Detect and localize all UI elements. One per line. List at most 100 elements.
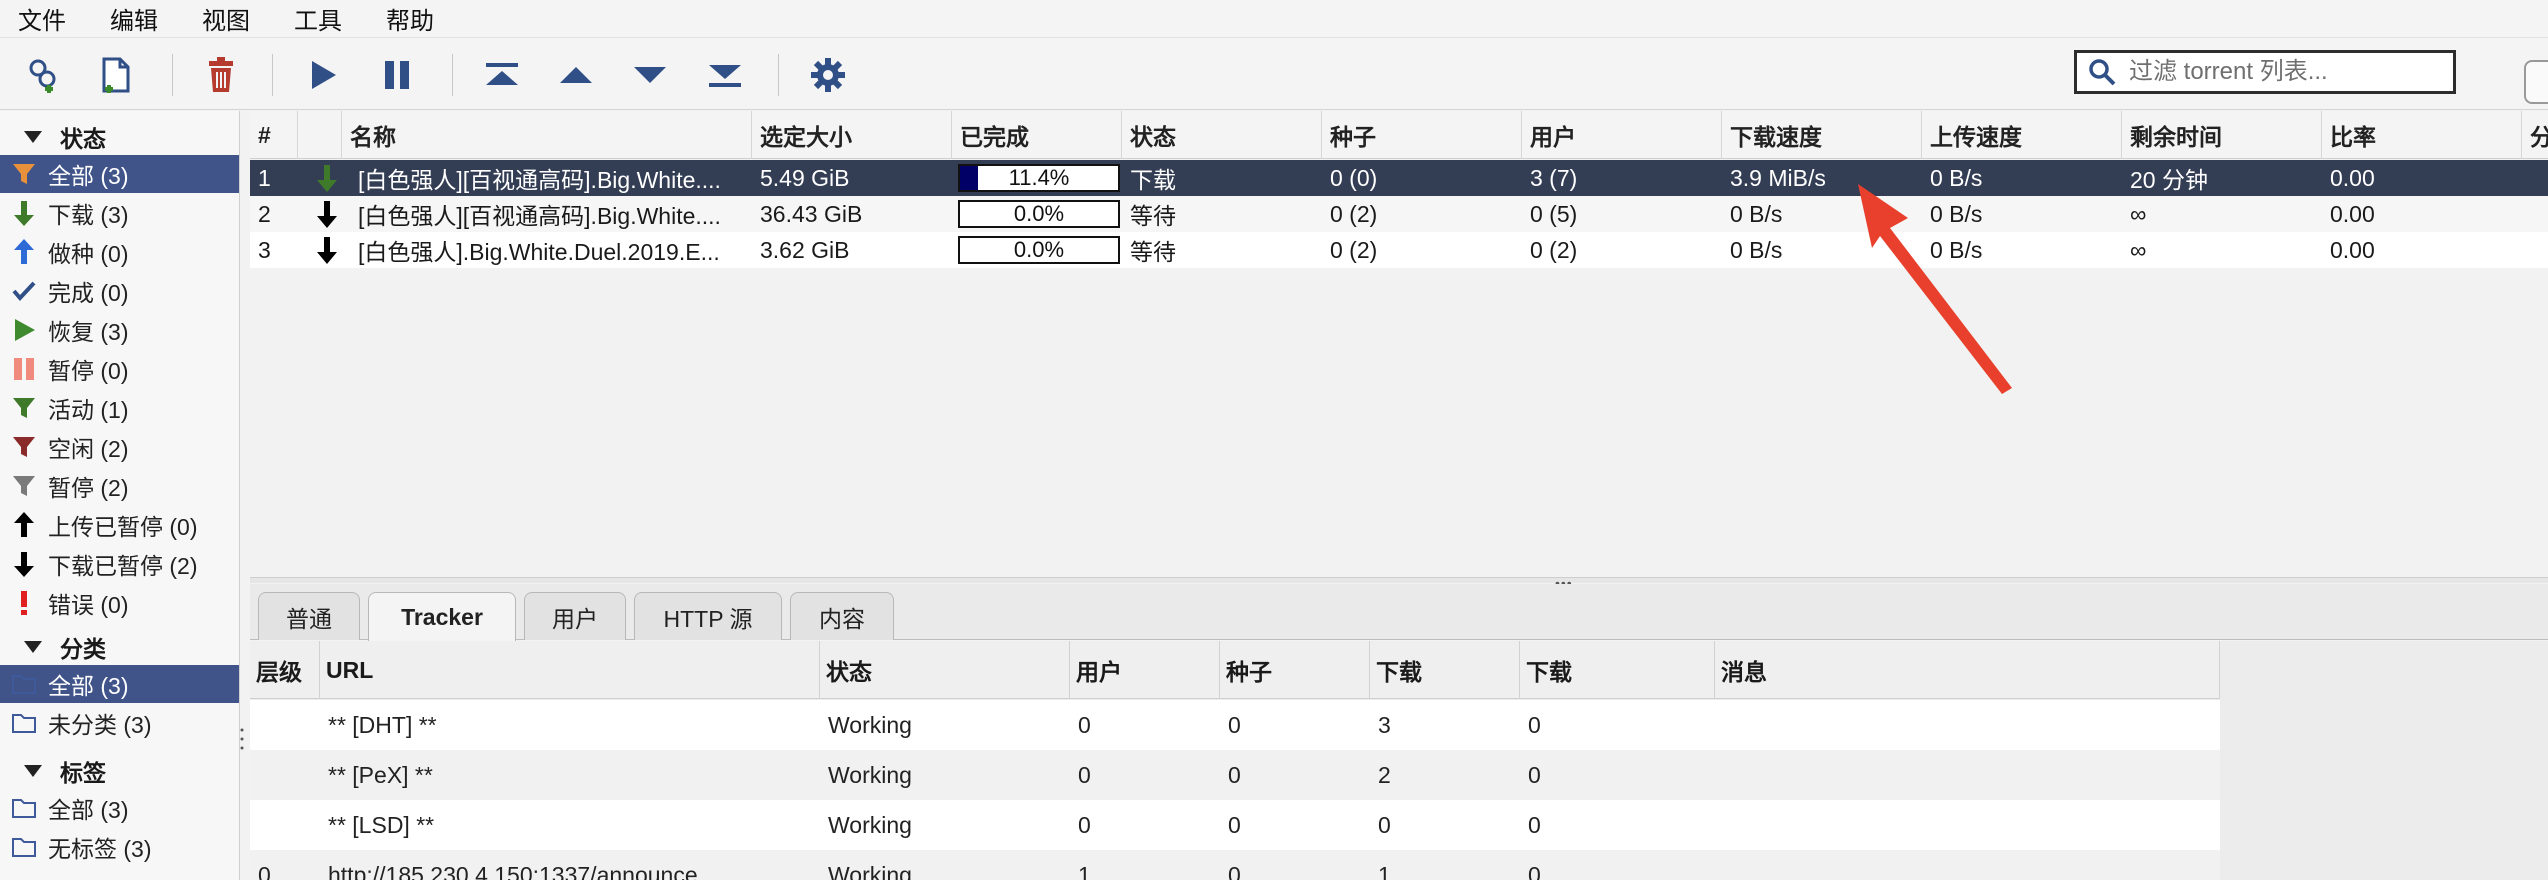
category-filter-uncategorized[interactable]: 未分类 (3) xyxy=(0,704,239,742)
column-header-number[interactable]: # xyxy=(250,111,298,159)
column-header-seeds[interactable]: 种子 xyxy=(1322,111,1522,159)
torrent-upload-speed: 0 B/s xyxy=(1930,164,1983,191)
panel-splitter[interactable] xyxy=(250,577,2548,583)
tracker-row[interactable]: ** [PeX] ** Working 0 0 2 0 xyxy=(250,750,2220,800)
add-torrent-file-icon xyxy=(102,57,130,93)
column-header-ratio[interactable]: 比率 xyxy=(2322,111,2522,159)
add-torrent-link-button[interactable] xyxy=(18,50,68,100)
tracker-url: ** [PeX] ** xyxy=(328,761,433,788)
column-header-eta[interactable]: 剩余时间 xyxy=(2122,111,2322,159)
status-filter-stalled-download-label: 下载已暂停 (2) xyxy=(48,553,198,579)
tag-header-label: 标签 xyxy=(60,760,106,786)
collapse-triangle-icon xyxy=(24,641,42,653)
tracker-downloaded: 0 xyxy=(1528,761,1541,788)
add-torrent-file-button[interactable] xyxy=(90,50,140,100)
search-input[interactable] xyxy=(2129,58,2439,86)
status-filter-active[interactable]: 活动 (1) xyxy=(0,389,239,427)
menu-edit[interactable]: 编辑 xyxy=(110,1,158,36)
resume-button[interactable] xyxy=(297,50,347,100)
column-header-priority[interactable] xyxy=(298,111,342,159)
status-filter-completed-label: 完成 (0) xyxy=(48,280,129,306)
folder-icon xyxy=(10,832,38,862)
status-filter-inactive[interactable]: 空闲 (2) xyxy=(0,428,239,466)
move-top-button[interactable] xyxy=(477,50,527,100)
tab-tracker[interactable]: Tracker xyxy=(368,592,516,641)
status-filter-stalled-upload[interactable]: 上传已暂停 (0) xyxy=(0,506,239,544)
column-header-category[interactable]: 分 xyxy=(2522,111,2548,159)
tracker-row[interactable]: ** [DHT] ** Working 0 0 3 0 xyxy=(250,700,2220,750)
tracker-seeds: 0 xyxy=(1228,811,1241,838)
tag-filter-all[interactable]: 全部 (3) xyxy=(0,789,239,827)
category-header[interactable]: 分类 xyxy=(0,629,239,665)
tab-content[interactable]: 内容 xyxy=(790,592,894,640)
menu-help[interactable]: 帮助 xyxy=(386,1,434,36)
status-filter-completed[interactable]: 完成 (0) xyxy=(0,272,239,310)
menu-view[interactable]: 视图 xyxy=(202,1,250,36)
tab-peers[interactable]: 用户 xyxy=(524,592,626,640)
tag-header[interactable]: 标签 xyxy=(0,753,239,789)
tracker-column-peers[interactable]: 用户 xyxy=(1070,641,1220,699)
tab-http-sources[interactable]: HTTP 源 xyxy=(634,592,782,640)
collapse-triangle-icon xyxy=(24,131,42,143)
column-header-upload-speed[interactable]: 上传速度 xyxy=(1922,111,2122,159)
torrent-number: 3 xyxy=(258,236,271,263)
search-box xyxy=(2074,50,2456,94)
move-up-button[interactable] xyxy=(551,50,601,100)
move-down-button[interactable] xyxy=(625,50,675,100)
status-filter-paused[interactable]: 暂停 (0) xyxy=(0,350,239,388)
status-filter-paused-label: 暂停 (0) xyxy=(48,358,129,384)
column-header-size[interactable]: 选定大小 xyxy=(752,111,952,159)
status-header[interactable]: 状态 xyxy=(0,119,239,155)
downloading-icon xyxy=(10,198,38,228)
status-filter-seeding-label: 做种 (0) xyxy=(48,241,129,267)
delete-button[interactable] xyxy=(196,50,246,100)
column-header-peers[interactable]: 用户 xyxy=(1522,111,1722,159)
tracker-status: Working xyxy=(828,861,912,880)
folder-icon xyxy=(10,669,38,699)
status-filter-downloading[interactable]: 下载 (3) xyxy=(0,194,239,232)
status-filter-stalled[interactable]: 暂停 (2) xyxy=(0,467,239,505)
torrent-eta: ∞ xyxy=(2130,200,2147,227)
torrent-peers: 3 (7) xyxy=(1530,164,1578,191)
column-header-progress[interactable]: 已完成 xyxy=(952,111,1122,159)
tracker-column-seeds[interactable]: 种子 xyxy=(1220,641,1370,699)
column-header-status[interactable]: 状态 xyxy=(1122,111,1322,159)
status-filter-errored-label: 错误 (0) xyxy=(48,592,129,618)
tracker-column-leeches[interactable]: 下载 xyxy=(1370,641,1520,699)
tracker-column-tier[interactable]: 层级 xyxy=(250,641,320,699)
resumed-icon xyxy=(10,315,38,345)
status-filter-errored[interactable]: 错误 (0) xyxy=(0,584,239,622)
status-filter-all[interactable]: 全部 (3) xyxy=(0,155,239,193)
tracker-row[interactable]: 0 http://185.230.4.150:1337/announce Wor… xyxy=(250,850,2220,880)
settings-button[interactable] xyxy=(803,50,853,100)
category-filter-all[interactable]: 全部 (3) xyxy=(0,665,239,703)
tracker-seeds: 0 xyxy=(1228,711,1241,738)
tag-filter-untagged[interactable]: 无标签 (3) xyxy=(0,828,239,866)
toolbar-separator xyxy=(778,54,779,96)
tracker-url: ** [LSD] ** xyxy=(328,811,435,838)
tab-general[interactable]: 普通 xyxy=(258,592,360,640)
pause-button[interactable] xyxy=(372,50,422,100)
torrent-row[interactable]: 1 [白色强人][百视通高码].Big.White.... 5.49 GiB 1… xyxy=(250,160,2548,196)
menu-file[interactable]: 文件 xyxy=(18,1,66,36)
move-bottom-button[interactable] xyxy=(700,50,750,100)
move-down-icon xyxy=(634,67,666,83)
status-filter-stalled-download[interactable]: 下载已暂停 (2) xyxy=(0,545,239,583)
torrent-eta: ∞ xyxy=(2130,236,2147,263)
column-header-name[interactable]: 名称 xyxy=(342,111,752,159)
tracker-column-downloaded[interactable]: 下载 xyxy=(1520,641,1715,699)
completed-icon xyxy=(10,276,38,306)
torrent-row[interactable]: 3 [白色强人].Big.White.Duel.2019.E... 3.62 G… xyxy=(250,232,2548,268)
tracker-column-url[interactable]: URL xyxy=(320,641,820,699)
tracker-row[interactable]: ** [LSD] ** Working 0 0 0 0 xyxy=(250,800,2220,850)
menu-tools[interactable]: 工具 xyxy=(294,1,342,36)
tracker-column-status[interactable]: 状态 xyxy=(820,641,1070,699)
sidebar-resize-handle[interactable] xyxy=(240,726,244,752)
status-filter-seeding[interactable]: 做种 (0) xyxy=(0,233,239,271)
torrent-upload-speed: 0 B/s xyxy=(1930,200,1983,227)
tracker-column-message[interactable]: 消息 xyxy=(1715,641,2220,699)
column-header-download-speed[interactable]: 下载速度 xyxy=(1722,111,1922,159)
progress-text: 0.0% xyxy=(1013,237,1065,262)
status-filter-resumed[interactable]: 恢复 (3) xyxy=(0,311,239,349)
torrent-row[interactable]: 2 [白色强人][百视通高码].Big.White.... 36.43 GiB … xyxy=(250,196,2548,232)
